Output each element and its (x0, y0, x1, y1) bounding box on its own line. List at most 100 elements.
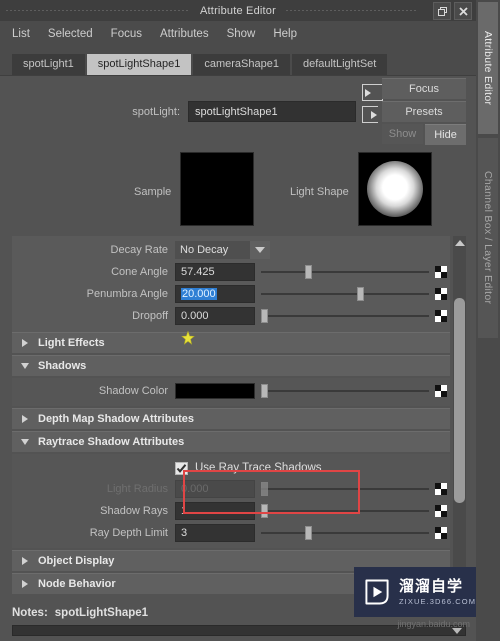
shadow-rays-map-button[interactable] (435, 504, 448, 518)
node-tabstrip: spotLight1 spotLightShape1 cameraShape1 … (0, 47, 476, 76)
row-light-radius: Light Radius 0.000 (12, 479, 450, 499)
menu-show[interactable]: Show (225, 26, 258, 42)
arrow-out-of-box-icon[interactable] (362, 106, 378, 123)
section-shadows[interactable]: Shadows (12, 355, 450, 376)
attribute-list: Decay Rate No Decay Cone Angle 57.425 Pe… (12, 236, 450, 596)
row-decay-rate: Decay Rate No Decay (12, 240, 450, 260)
focus-button[interactable]: Focus (382, 78, 466, 99)
penumbra-angle-label: Penumbra Angle (86, 288, 168, 300)
menubar: List Selected Focus Attributes Show Help (0, 21, 476, 47)
scrollbar-thumb[interactable] (454, 298, 465, 503)
attribute-editor-window: Attribute Editor List Selected Focus Att… (0, 0, 476, 641)
shadow-color-map-button[interactable] (435, 384, 448, 398)
dropoff-slider[interactable] (261, 307, 429, 325)
row-use-ray-trace-shadows: Use Ray Trace Shadows (12, 457, 450, 479)
section-depth-map-shadow-attributes[interactable]: Depth Map Shadow Attributes (12, 408, 450, 429)
restore-icon[interactable] (433, 2, 451, 20)
node-name-input[interactable]: spotLightShape1 (188, 101, 356, 122)
cone-angle-label: Cone Angle (111, 266, 168, 278)
cone-angle-slider[interactable] (261, 263, 429, 281)
section-light-effects-label: Light Effects (38, 337, 105, 349)
window-titlebar: Attribute Editor (0, 0, 476, 21)
show-hide-group: Show Hide (382, 124, 466, 145)
penumbra-angle-slider[interactable] (261, 285, 429, 303)
section-node-behavior-label: Node Behavior (38, 578, 116, 590)
dock-tab-channel-box-label: Channel Box / Layer Editor (482, 171, 494, 305)
tab-defaultlightset[interactable]: defaultLightSet (291, 54, 388, 75)
watermark-en: ZIXUE.3D66.COM (399, 596, 477, 606)
chevron-right-icon[interactable] (12, 415, 38, 423)
hide-button[interactable]: Hide (425, 124, 466, 145)
presets-button[interactable]: Presets (382, 101, 466, 122)
watermark-cn: 溜溜自学 (399, 577, 464, 595)
close-icon[interactable] (454, 2, 472, 20)
sample-swatch[interactable] (180, 152, 254, 226)
dropoff-map-button[interactable] (435, 309, 448, 323)
chevron-right-icon[interactable] (12, 339, 38, 347)
menu-attributes[interactable]: Attributes (158, 26, 211, 42)
right-dock: Attribute Editor Channel Box / Layer Edi… (476, 0, 500, 641)
arrow-into-box-icon[interactable] (362, 84, 383, 101)
ray-depth-limit-slider[interactable] (261, 524, 429, 542)
menu-list[interactable]: List (10, 26, 32, 42)
chevron-down-icon[interactable] (12, 363, 38, 369)
shadow-color-swatch[interactable] (175, 383, 255, 399)
decay-rate-select[interactable]: No Decay (175, 241, 270, 259)
chevron-right-icon[interactable] (12, 580, 38, 588)
row-shadow-color: Shadow Color (12, 381, 450, 401)
chevron-right-icon[interactable] (12, 557, 38, 565)
tab-spotlight1[interactable]: spotLight1 (12, 54, 85, 75)
penumbra-angle-input[interactable]: 20.000 (175, 285, 255, 303)
node-identity-row: spotLight: spotLightShape1 Focus Presets… (0, 76, 476, 148)
use-ray-trace-shadows-label: Use Ray Trace Shadows (195, 462, 322, 474)
light-shape-swatch[interactable] (358, 152, 432, 226)
chevron-down-icon[interactable] (12, 439, 38, 445)
attribute-scroll-area: Decay Rate No Decay Cone Angle 57.425 Pe… (12, 236, 466, 596)
node-type-label: spotLight: (132, 105, 180, 118)
decay-rate-value: No Decay (180, 244, 229, 256)
tab-spotlightshape1[interactable]: spotLightShape1 (86, 54, 192, 75)
maya-attribute-editor-screenshot: Attribute Editor List Selected Focus Att… (0, 0, 500, 641)
scroll-up-icon[interactable] (454, 237, 465, 248)
menu-focus[interactable]: Focus (109, 26, 144, 42)
light-radius-value: 0.000 (181, 483, 209, 495)
ray-depth-limit-input[interactable]: 3 (175, 524, 255, 542)
row-ray-depth-limit: Ray Depth Limit 3 (12, 523, 450, 543)
cone-angle-input[interactable]: 57.425 (175, 263, 255, 281)
tab-camerashape1[interactable]: cameraShape1 (193, 54, 290, 75)
watermark-subtext: jingyan.baidu.com (397, 619, 470, 629)
penumbra-angle-map-button[interactable] (435, 287, 448, 301)
focus-presets-group: Focus Presets Show Hide (382, 78, 466, 145)
light-radius-input[interactable]: 0.000 (175, 480, 255, 498)
menu-help[interactable]: Help (271, 26, 299, 42)
chevron-down-icon[interactable] (250, 241, 270, 259)
section-raytrace-shadow-attributes[interactable]: Raytrace Shadow Attributes (12, 431, 450, 452)
ray-depth-limit-map-button[interactable] (435, 526, 448, 540)
dock-tab-channel-box[interactable]: Channel Box / Layer Editor (478, 138, 498, 338)
window-controls (433, 2, 472, 20)
show-button[interactable]: Show (382, 124, 423, 144)
use-ray-trace-shadows-checkbox[interactable] (175, 461, 188, 475)
shadow-color-slider[interactable] (261, 382, 429, 400)
section-light-effects[interactable]: Light Effects (12, 332, 450, 353)
shadow-rays-value: 1 (181, 505, 188, 517)
dock-tab-attribute-editor[interactable]: Attribute Editor (478, 2, 498, 134)
shadow-rays-input[interactable]: 1 (175, 502, 255, 520)
shadow-rays-slider[interactable] (261, 502, 429, 520)
attribute-editor-body: spotLight: spotLightShape1 Focus Presets… (0, 76, 476, 641)
section-object-display-label: Object Display (38, 555, 115, 567)
light-radius-slider[interactable] (261, 480, 429, 498)
dropoff-input[interactable]: 0.000 (175, 307, 255, 325)
menu-selected[interactable]: Selected (46, 26, 95, 42)
preview-row: Sample Light Shape (0, 148, 476, 345)
check-icon (176, 463, 187, 473)
row-shadow-rays: Shadow Rays 1 (12, 501, 450, 521)
cone-angle-map-button[interactable] (435, 265, 448, 279)
attribute-scrollbar[interactable] (453, 236, 466, 596)
light-radius-map-button[interactable] (435, 482, 448, 496)
connection-icons (362, 84, 383, 123)
shadow-color-label: Shadow Color (98, 385, 168, 397)
spot-light-attributes-block: Decay Rate No Decay Cone Angle 57.425 Pe… (12, 236, 450, 332)
window-title: Attribute Editor (190, 4, 286, 17)
section-shadows-label: Shadows (38, 360, 87, 372)
